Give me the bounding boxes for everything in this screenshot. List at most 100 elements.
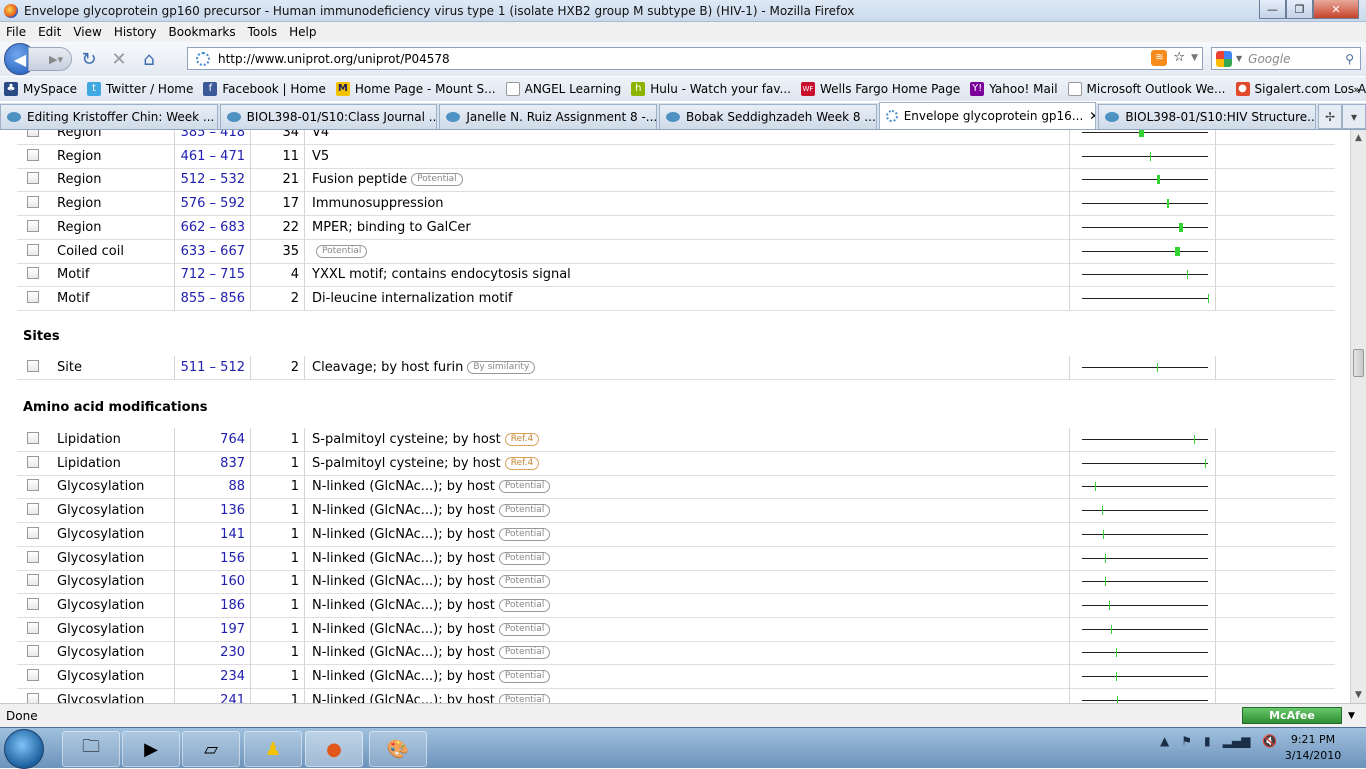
feature-position-link[interactable]: 633 – 667	[175, 244, 245, 259]
menu-bookmarks[interactable]: Bookmarks	[169, 25, 236, 39]
feature-position-link[interactable]: 230	[175, 645, 245, 660]
feature-position-link[interactable]: 88	[175, 479, 245, 494]
feature-position-link[interactable]: 837	[175, 456, 245, 471]
action-center-flag-icon[interactable]: ⚑	[1181, 734, 1192, 748]
home-button[interactable]: ⌂	[136, 47, 162, 71]
aim-taskbar-button[interactable]: ♟	[244, 731, 302, 767]
scroll-up-icon[interactable]: ▲	[1351, 130, 1366, 146]
bookmark-outlook[interactable]: Microsoft Outlook We...	[1068, 82, 1226, 96]
scroll-thumb[interactable]	[1353, 349, 1364, 377]
bookmark-angel-learning[interactable]: ANGEL Learning	[506, 82, 622, 96]
bookmark-facebook[interactable]: fFacebook | Home	[203, 82, 326, 96]
bookmark-twitter[interactable]: tTwitter / Home	[87, 82, 193, 96]
evidence-badge[interactable]: Potential	[316, 245, 367, 258]
row-checkbox[interactable]	[27, 432, 39, 444]
bookmark-star-icon[interactable]: ☆	[1173, 50, 1185, 66]
bookmark-myspace[interactable]: ♣MySpace	[4, 82, 77, 96]
vertical-scrollbar[interactable]: ▲ ▼	[1350, 130, 1366, 703]
evidence-badge[interactable]: Potential	[499, 599, 550, 612]
feature-position-link[interactable]: 141	[175, 527, 245, 542]
row-checkbox[interactable]	[27, 479, 39, 491]
feature-position-link[interactable]: 461 – 471	[175, 149, 245, 164]
evidence-badge[interactable]: Potential	[499, 504, 550, 517]
taskbar-clock[interactable]: 9:21 PM 3/14/2010	[1268, 732, 1358, 764]
menu-edit[interactable]: Edit	[38, 25, 61, 39]
feature-position-link[interactable]: 197	[175, 622, 245, 637]
close-window-button[interactable]: ✕	[1313, 0, 1359, 19]
row-checkbox[interactable]	[27, 196, 39, 208]
feature-position-link[interactable]: 156	[175, 551, 245, 566]
mcafee-button[interactable]: McAfee	[1242, 707, 1342, 724]
minimize-button[interactable]: —	[1259, 0, 1286, 19]
tray-expand-icon[interactable]: ▲	[1160, 734, 1169, 748]
row-checkbox[interactable]	[27, 130, 39, 137]
bookmarks-overflow-icon[interactable]: »	[1353, 83, 1360, 96]
menu-file[interactable]: File	[6, 25, 26, 39]
evidence-badge[interactable]: Potential	[411, 173, 462, 186]
row-checkbox[interactable]	[27, 645, 39, 657]
menu-history[interactable]: History	[114, 25, 157, 39]
feature-position-link[interactable]: 186	[175, 598, 245, 613]
bookmark-mount-home-page[interactable]: MHome Page - Mount S...	[336, 82, 496, 96]
feature-position-link[interactable]: 712 – 715	[175, 267, 245, 282]
evidence-badge[interactable]: Ref.4	[505, 433, 540, 446]
mcafee-dropdown-icon[interactable]: ▼	[1348, 711, 1355, 721]
feature-position-link[interactable]: 511 – 512	[175, 360, 245, 375]
start-button[interactable]	[4, 729, 44, 769]
close-tab-icon[interactable]: ✕	[214, 110, 217, 124]
evidence-badge[interactable]: Potential	[499, 623, 550, 636]
forward-button[interactable]: ▶▾	[28, 47, 72, 71]
maximize-button[interactable]: ❐	[1286, 0, 1313, 19]
paint-taskbar-button[interactable]: 🎨	[369, 731, 427, 767]
close-tab-icon[interactable]: ✕	[876, 110, 877, 124]
stop-button[interactable]: ✕	[106, 47, 132, 71]
battery-icon[interactable]: ▮	[1204, 734, 1211, 748]
feature-position-link[interactable]: 241	[175, 693, 245, 703]
row-checkbox[interactable]	[27, 669, 39, 681]
feature-position-link[interactable]: 160	[175, 574, 245, 589]
row-checkbox[interactable]	[27, 291, 39, 303]
row-checkbox[interactable]	[27, 172, 39, 184]
url-bar[interactable]: http://www.uniprot.org/uniprot/P04578 ≋ …	[187, 47, 1203, 70]
row-checkbox[interactable]	[27, 598, 39, 610]
evidence-badge[interactable]: Potential	[499, 552, 550, 565]
feature-position-link[interactable]: 385 – 418	[175, 130, 245, 140]
evidence-badge[interactable]: Potential	[499, 528, 550, 541]
tab-envelope-glycoprotein[interactable]: Envelope glycoprotein gp16...✕	[879, 102, 1097, 129]
feature-position-link[interactable]: 764	[175, 432, 245, 447]
tab-editing-kristoffer[interactable]: Editing Kristoffer Chin: Week ...✕	[0, 104, 218, 129]
row-checkbox[interactable]	[27, 244, 39, 256]
evidence-badge[interactable]: Potential	[499, 646, 550, 659]
list-tabs-button[interactable]: ▾	[1342, 104, 1366, 129]
row-checkbox[interactable]	[27, 622, 39, 634]
url-dropdown-icon[interactable]: ▼	[1191, 50, 1198, 66]
explorer-taskbar-button[interactable]: 🗀	[62, 731, 120, 767]
feature-position-link[interactable]: 136	[175, 503, 245, 518]
media-player-taskbar-button[interactable]: ▶	[122, 731, 180, 767]
row-checkbox[interactable]	[27, 456, 39, 468]
row-checkbox[interactable]	[27, 693, 39, 703]
evidence-badge[interactable]: Potential	[499, 575, 550, 588]
engine-dropdown-icon[interactable]: ▼	[1236, 54, 1242, 63]
sticky-notes-taskbar-button[interactable]: ▱	[182, 731, 240, 767]
google-engine-icon[interactable]	[1216, 51, 1232, 67]
reload-button[interactable]: ↻	[76, 47, 102, 71]
tab-bobak[interactable]: Bobak Seddighzadeh Week 8 ...✕	[659, 104, 877, 129]
bookmark-wells-fargo[interactable]: WFWells Fargo Home Page	[801, 82, 960, 96]
row-checkbox[interactable]	[27, 551, 39, 563]
evidence-badge[interactable]: Potential	[499, 670, 550, 683]
row-checkbox[interactable]	[27, 220, 39, 232]
menu-help[interactable]: Help	[289, 25, 316, 39]
scroll-down-icon[interactable]: ▼	[1351, 687, 1366, 703]
bookmark-yahoo-mail[interactable]: Y!Yahoo! Mail	[970, 82, 1057, 96]
evidence-badge[interactable]: Ref.4	[505, 457, 540, 470]
feature-position-link[interactable]: 234	[175, 669, 245, 684]
row-checkbox[interactable]	[27, 527, 39, 539]
evidence-badge[interactable]: Potential	[499, 694, 550, 703]
menu-view[interactable]: View	[73, 25, 101, 39]
rss-feed-icon[interactable]: ≋	[1151, 50, 1167, 66]
row-checkbox[interactable]	[27, 149, 39, 161]
search-box[interactable]: ▼ Google ⚲	[1211, 47, 1361, 70]
row-checkbox[interactable]	[27, 503, 39, 515]
network-signal-icon[interactable]: ▂▄▆	[1223, 734, 1251, 748]
